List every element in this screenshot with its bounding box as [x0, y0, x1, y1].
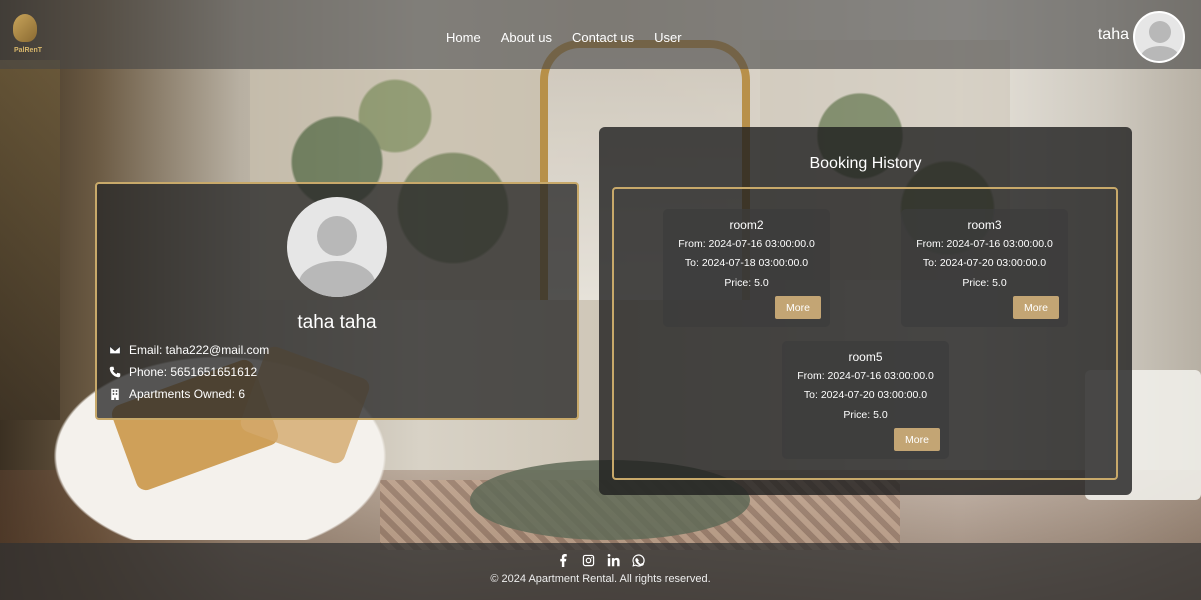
- profile-email-row: Email: taha222@mail.com: [109, 343, 269, 357]
- more-button[interactable]: More: [775, 296, 821, 319]
- profile-email: Email: taha222@mail.com: [129, 343, 270, 357]
- booking-from: From: 2024-07-16 03:00:00.0: [797, 370, 934, 382]
- nav-link-user[interactable]: User: [654, 30, 681, 45]
- profile-card: taha taha Email: taha222@mail.com Phone:…: [95, 182, 579, 420]
- profile-apartments: Apartments Owned: 6: [129, 387, 246, 401]
- facebook-icon[interactable]: [557, 554, 570, 567]
- site-header: PalRenT Home About us Contact us User ta…: [0, 0, 1201, 69]
- header-avatar-icon[interactable]: [1133, 11, 1185, 63]
- nav-link-home[interactable]: Home: [446, 30, 481, 45]
- more-button[interactable]: More: [894, 428, 940, 451]
- site-logo[interactable]: PalRenT: [8, 14, 42, 58]
- avatar-body-shape: [1141, 46, 1179, 61]
- booking-from: From: 2024-07-16 03:00:00.0: [916, 238, 1053, 250]
- booking-list: room2 From: 2024-07-16 03:00:00.0 To: 20…: [612, 187, 1118, 480]
- logo-text: PalRenT: [13, 47, 42, 54]
- nav-link-about-us[interactable]: About us: [501, 30, 552, 45]
- building-icon: [111, 388, 119, 400]
- linkedin-icon[interactable]: [607, 554, 620, 567]
- booking-to: To: 2024-07-20 03:00:00.0: [803, 389, 928, 401]
- avatar-body-shape: [299, 261, 375, 297]
- avatar-head-shape: [1149, 21, 1171, 43]
- booking-room: room3: [967, 218, 1002, 232]
- avatar-head-shape: [317, 216, 357, 256]
- booking-history-panel: Booking History room2 From: 2024-07-16 0…: [599, 127, 1132, 495]
- header-username[interactable]: taha: [1098, 26, 1129, 44]
- profile-phone-row: Phone: 5651651651612: [109, 365, 257, 379]
- booking-card: room2 From: 2024-07-16 03:00:00.0 To: 20…: [663, 209, 830, 327]
- booking-to: To: 2024-07-18 03:00:00.0: [684, 257, 809, 269]
- instagram-icon[interactable]: [582, 554, 595, 567]
- booking-to: To: 2024-07-20 03:00:00.0: [922, 257, 1047, 269]
- logo-mark-icon: [13, 14, 37, 42]
- more-button[interactable]: More: [1013, 296, 1059, 319]
- booking-from: From: 2024-07-16 03:00:00.0: [678, 238, 815, 250]
- whatsapp-icon[interactable]: [631, 554, 645, 567]
- copyright-text: © 2024 Apartment Rental. All rights rese…: [490, 573, 711, 585]
- social-links: [0, 554, 1201, 567]
- booking-room: room5: [848, 350, 883, 364]
- phone-icon: [109, 366, 121, 378]
- background-photo-left-panel: [0, 60, 60, 420]
- booking-card: room3 From: 2024-07-16 03:00:00.0 To: 20…: [901, 209, 1068, 327]
- profile-name: taha taha: [297, 312, 377, 333]
- booking-price: Price: 5.0: [724, 277, 769, 289]
- booking-history-title: Booking History: [809, 155, 922, 172]
- nav-link-contact-us[interactable]: Contact us: [572, 30, 634, 45]
- booking-room: room2: [729, 218, 764, 232]
- profile-apartments-row: Apartments Owned: 6: [109, 387, 245, 401]
- profile-avatar-icon: [287, 197, 387, 297]
- booking-card: room5 From: 2024-07-16 03:00:00.0 To: 20…: [782, 341, 949, 459]
- site-footer: © 2024 Apartment Rental. All rights rese…: [0, 543, 1201, 600]
- booking-price: Price: 5.0: [843, 409, 888, 421]
- booking-price: Price: 5.0: [962, 277, 1007, 289]
- envelope-icon: [109, 345, 121, 355]
- profile-phone: Phone: 5651651651612: [129, 365, 258, 379]
- main-nav: Home About us Contact us User: [446, 30, 682, 45]
